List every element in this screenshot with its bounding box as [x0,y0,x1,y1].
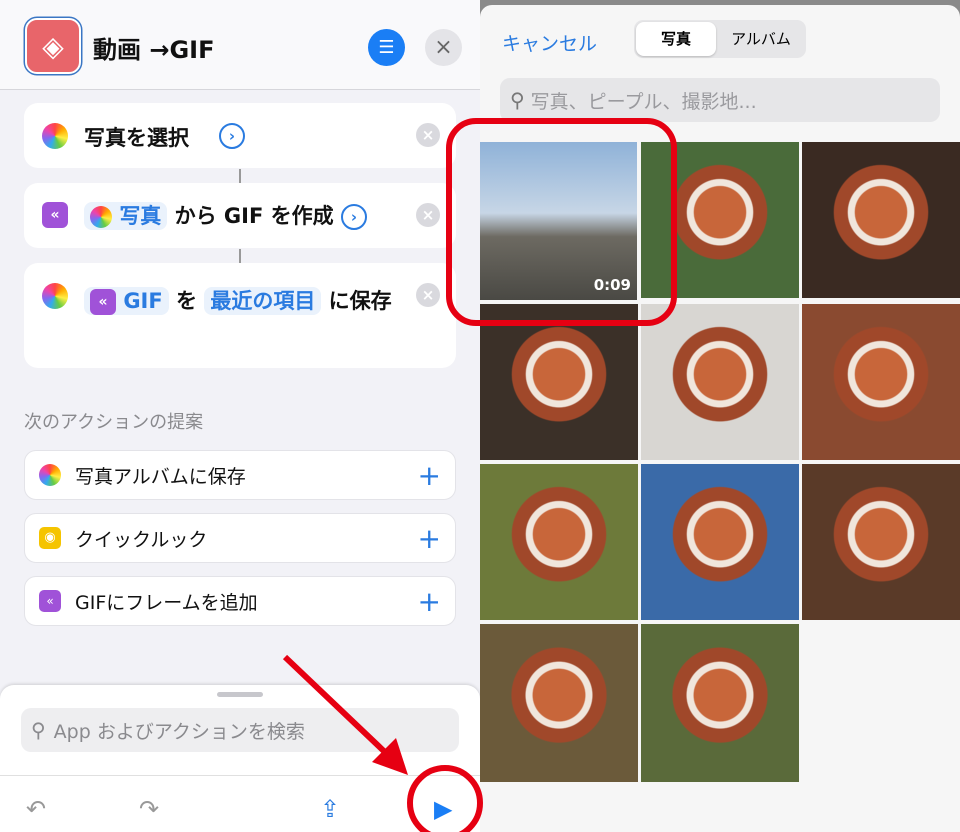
highlight-circle [407,765,483,832]
red-arrow [282,654,391,758]
annotation-layer [282,654,483,832]
